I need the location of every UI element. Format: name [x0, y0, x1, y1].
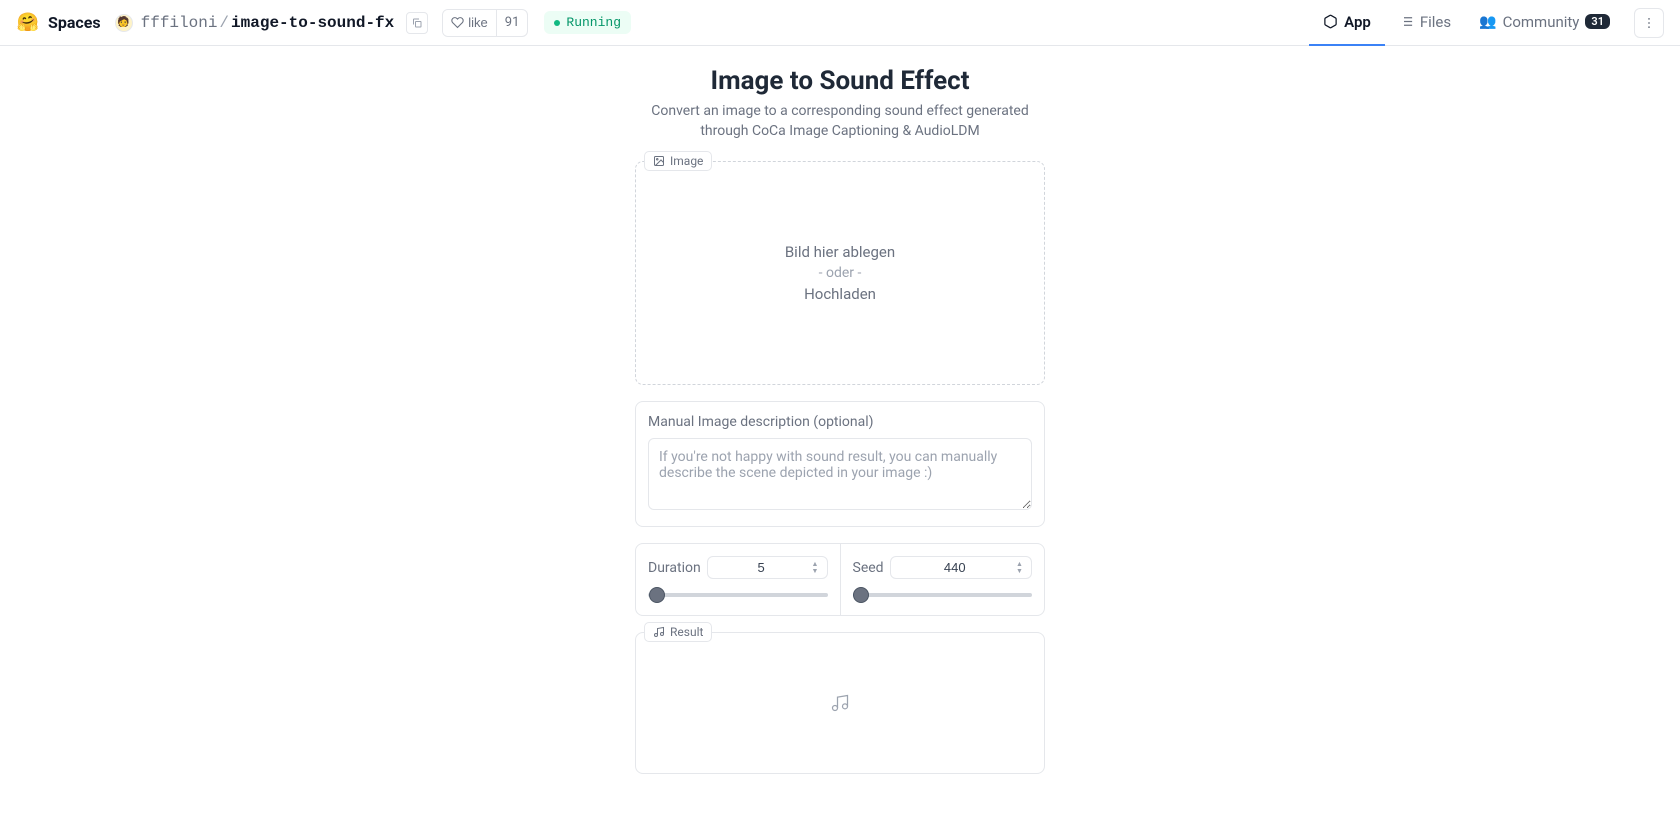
tab-community-label: Community: [1503, 13, 1580, 31]
app-icon: [1323, 14, 1338, 29]
tab-app-label: App: [1344, 13, 1371, 31]
hf-logo-icon[interactable]: 🤗: [16, 11, 40, 35]
controls-panel: Duration ▲▼ Seed ▲▼: [635, 543, 1045, 616]
audio-icon: [653, 626, 665, 638]
upload-text: Hochladen: [804, 285, 876, 303]
community-icon: 👥: [1479, 14, 1496, 30]
tab-files-label: Files: [1420, 13, 1451, 31]
breadcrumb-repo[interactable]: image-to-sound-fx: [231, 14, 394, 32]
image-upload-panel[interactable]: Image Bild hier ablegen - oder - Hochlad…: [635, 161, 1045, 385]
more-button[interactable]: [1634, 8, 1664, 38]
like-button[interactable]: like: [443, 10, 497, 36]
owner-avatar[interactable]: 🧑: [115, 14, 133, 32]
heart-icon: [451, 16, 464, 29]
seed-slider-thumb[interactable]: [853, 587, 869, 603]
or-text: - oder -: [819, 265, 862, 281]
files-icon: [1399, 14, 1414, 29]
duration-slider-thumb[interactable]: [649, 587, 665, 603]
top-bar: 🤗 Spaces 🧑 fffiloni / image-to-sound-fx …: [0, 0, 1680, 46]
duration-label: Duration: [648, 560, 701, 576]
topbar-left: 🤗 Spaces 🧑 fffiloni / image-to-sound-fx …: [16, 9, 631, 37]
community-count-badge: 31: [1585, 14, 1610, 29]
like-label: like: [468, 15, 488, 30]
page-title: Image to Sound Effect: [711, 66, 970, 96]
image-label-text: Image: [670, 154, 703, 168]
image-icon: [653, 155, 665, 167]
breadcrumb: fffiloni / image-to-sound-fx: [141, 14, 395, 32]
duration-cell: Duration ▲▼: [636, 544, 841, 615]
duration-slider[interactable]: [648, 587, 828, 603]
image-panel-label: Image: [644, 151, 712, 171]
seed-input[interactable]: [890, 556, 1032, 579]
description-textarea[interactable]: [648, 438, 1032, 510]
copy-icon: [411, 17, 423, 29]
result-panel-label: Result: [644, 622, 712, 642]
duration-input[interactable]: [707, 556, 828, 579]
seed-slider[interactable]: [853, 587, 1033, 603]
status-dot-icon: [554, 20, 560, 26]
drop-here-text: Bild hier ablegen: [785, 243, 895, 261]
breadcrumb-slash: /: [219, 14, 229, 32]
like-count: 91: [497, 15, 528, 30]
more-vertical-icon: [1642, 16, 1656, 30]
tab-community[interactable]: 👥 Community 31: [1465, 0, 1624, 46]
breadcrumb-owner[interactable]: fffiloni: [141, 14, 218, 32]
like-group: like 91: [442, 9, 528, 37]
seed-cell: Seed ▲▼: [841, 544, 1045, 615]
description-panel: Manual Image description (optional): [635, 401, 1045, 527]
spaces-label[interactable]: Spaces: [48, 13, 101, 32]
main-content: Image to Sound Effect Convert an image t…: [0, 46, 1680, 830]
music-note-icon: [830, 693, 850, 713]
status-badge: Running: [544, 11, 631, 34]
result-area: [636, 633, 1044, 773]
tab-files[interactable]: Files: [1385, 0, 1465, 46]
description-label: Manual Image description (optional): [648, 414, 1032, 430]
image-drop-zone[interactable]: Bild hier ablegen - oder - Hochladen: [636, 162, 1044, 384]
tab-app[interactable]: App: [1309, 0, 1385, 46]
result-panel: Result: [635, 632, 1045, 774]
page-subtitle: Convert an image to a corresponding soun…: [630, 102, 1050, 141]
seed-label: Seed: [853, 560, 884, 576]
status-text: Running: [566, 15, 621, 30]
copy-button[interactable]: [406, 12, 428, 34]
result-label-text: Result: [670, 625, 703, 639]
topbar-right: App Files 👥 Community 31: [1309, 0, 1664, 46]
